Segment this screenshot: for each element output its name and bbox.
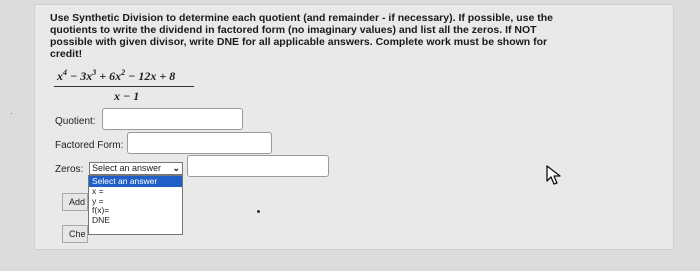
margin-mark: ·	[10, 109, 13, 118]
stray-dot	[257, 210, 260, 213]
instructions-text: Use Synthetic Division to determine each…	[50, 12, 553, 60]
dividend: x4 − 3x3 + 6x2 − 12x + 8	[57, 68, 176, 83]
divisor: x − 1	[114, 89, 140, 103]
factored-form-label: Factored Form:	[55, 140, 124, 151]
dropdown-option[interactable]: DNE	[89, 215, 182, 226]
quotient-input[interactable]	[102, 108, 243, 130]
quotient-label: Quotient:	[55, 116, 96, 127]
chevron-down-icon: ⌄	[172, 163, 180, 173]
zeros-input[interactable]	[187, 155, 329, 177]
mouse-pointer-icon	[546, 165, 561, 185]
zeros-select[interactable]: Select an answer ⌄	[89, 162, 183, 175]
fraction-bar	[54, 86, 194, 87]
factored-form-input[interactable]	[127, 132, 272, 154]
zeros-label: Zeros:	[55, 164, 84, 175]
division-expression: x4 − 3x3 + 6x2 − 12x + 8 x − 1	[54, 68, 214, 104]
add-button[interactable]: Add	[62, 193, 88, 211]
check-button[interactable]: Che	[62, 225, 88, 243]
zeros-dropdown-list[interactable]: Select an answer x = y = f(x)= DNE	[88, 175, 183, 235]
zeros-select-value: Select an answer	[92, 163, 162, 173]
